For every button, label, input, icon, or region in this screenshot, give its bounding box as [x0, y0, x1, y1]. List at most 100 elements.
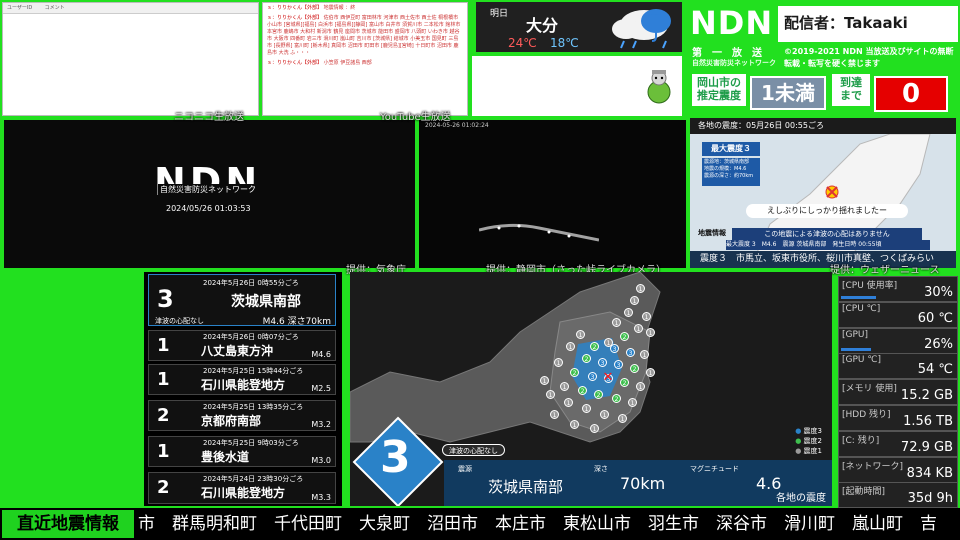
wn-header: 各地の震度：05月26日 00:55ごろ [690, 118, 956, 134]
weather-low: 18℃ [550, 36, 579, 50]
station-marker: 2 [630, 364, 639, 373]
legend-item: ● 震度1 [795, 447, 822, 455]
cloud-rain-icon [612, 9, 671, 49]
yt-message: ｓ：りりかくん【外部】 地震情報 ：終 [267, 5, 356, 11]
comment-table-header: ユーザーID コメント [3, 3, 258, 14]
station-marker: 1 [590, 424, 599, 433]
camera-timestamp: 2024-05-26 01:02:24 [425, 122, 489, 129]
intensity-badge: 1 [157, 369, 170, 390]
station-marker: 3 [614, 360, 623, 369]
stat-key: [GPU ℃] [842, 355, 881, 366]
station-marker: 3 [610, 344, 619, 353]
station-marker: 3 [598, 358, 607, 367]
stat-row: [GPU ℃] 54 ℃ [838, 353, 958, 380]
station-marker: 1 [600, 410, 609, 419]
tsunami-note: 津波の心配なし [155, 317, 204, 325]
station-marker: 2 [620, 332, 629, 341]
wn-tsunami: この地震による津波の心配はありません [732, 228, 922, 240]
station-marker: 1 [642, 312, 651, 321]
stat-value: 15.2 GB [900, 388, 953, 404]
legend-item: ● 震度2 [795, 437, 822, 445]
youtube-label: YouTube生放送 [380, 112, 451, 123]
stat-key: [HDD 残り] [842, 410, 891, 420]
wn-info: 震源地：茨城県南部 地震の規模：M4.6 震源の深さ：約70km [702, 158, 760, 186]
magnitude-label: マグニチュード [690, 465, 739, 473]
yt-message: ｓ：りりかくん【外部】 小笠原 伊豆諸島 西部 [267, 60, 372, 66]
depth-value: 70km [620, 474, 666, 493]
col-comment: コメント [44, 5, 65, 11]
arrival-countdown: 0 [874, 76, 948, 112]
station-marker: 2 [594, 390, 603, 399]
weathernews-panel: 各地の震度：05月26日 00:55ごろ 最大震度３ 震源地：茨城県南部 地震の… [690, 118, 956, 268]
broadcast-channel: 第 一 放 送 [692, 48, 762, 59]
legend-item: ● 震度3 [795, 427, 822, 435]
stat-key: [CPU 使用率] [842, 281, 898, 291]
quake-item[interactable]: 2024年5月25日 9時03分ごろ 1 豊後水道 M3.0 [148, 436, 336, 467]
quake-history-list: 2024年5月26日 0時55分ごろ 3 茨城県南部 津波の心配なし M4.6 … [144, 272, 342, 506]
depth-label: 深さ [594, 465, 608, 473]
stat-row: [HDD 残り] 1.56 TB [838, 405, 958, 431]
estimated-intensity-label: 岡山市の推定震度 [692, 74, 746, 106]
niconico-video-panel: NDN 自然災害防災ネットワーク 2024/05/26 01:03:53 [4, 120, 415, 268]
ndn-video-timestamp: 2024/05/26 01:03:53 [166, 204, 251, 213]
station-marker: 2 [620, 378, 629, 387]
stat-row: [GPU] 26% [838, 327, 958, 354]
station-marker: 1 [540, 376, 549, 385]
ndn-subtitle: 自然災害防災ネットワーク [692, 59, 776, 67]
station-marker: 2 [570, 368, 579, 377]
station-marker: 1 [630, 296, 639, 305]
wn-max-intensity: 最大震度３ [702, 142, 760, 156]
broadcaster-box: 配信者：Takaaki [778, 6, 958, 42]
mascot-character-icon [647, 70, 671, 104]
station-marker: 1 [636, 382, 645, 391]
ndn-video-subtitle: 自然災害防災ネットワーク [158, 184, 258, 195]
stat-row: [C: 残り] 72.9 GB [838, 430, 958, 457]
station-marker: 1 [554, 358, 563, 367]
weather-widget: 明日 大分 24℃ 18℃ [476, 2, 682, 52]
bottom-ticker: 直近地震情報 市 群馬明和町 千代田町 大泉町 沼田市 本庄市 東松山市 羽生市… [0, 508, 960, 540]
map-intensity-value: 3 [380, 432, 411, 483]
arrival-label: 到達まで [832, 74, 870, 106]
stat-key: [CPU ℃] [842, 303, 881, 314]
station-marker: 1 [618, 414, 627, 423]
station-marker: 1 [628, 398, 637, 407]
stat-value: 834 KB [906, 465, 953, 481]
quake-item[interactable]: 2024年5月25日 15時44分ごろ 1 石川県能登地方 M2.5 [148, 364, 336, 395]
station-marker: 1 [560, 382, 569, 391]
quake-item-latest[interactable]: 2024年5月26日 0時55分ごろ 3 茨城県南部 津波の心配なし M4.6 … [148, 274, 336, 327]
wn-detail-row: 最大震度 3 M4.6 震源 茨城県南部 発生日時 00:55頃 [726, 240, 930, 250]
night-city-lights [479, 223, 599, 242]
stat-value: 54 ℃ [917, 362, 953, 378]
stat-usage-bar [841, 347, 872, 351]
map-legend: ● 震度3 ● 震度2 ● 震度1 [795, 426, 822, 456]
station-marker: 1 [582, 404, 591, 413]
estimated-intensity-value: 1未満 [750, 76, 826, 110]
col-user-id: ユーザーID [7, 5, 33, 11]
station-marker: 2 [590, 342, 599, 351]
station-marker: 3 [626, 348, 635, 357]
intensity-badge: 3 [157, 285, 174, 313]
station-marker: 1 [546, 390, 555, 399]
stat-key: [C: 残り] [842, 435, 880, 446]
quake-item[interactable]: 2024年5月25日 13時35分ごろ 2 京都府南部 M3.2 [148, 400, 336, 431]
quake-item[interactable]: 2024年5月24日 23時30分ごろ 2 石川県能登地方 M3.3 [148, 472, 336, 504]
ndn-logo: NDN [690, 4, 774, 42]
station-marker: 1 [564, 398, 573, 407]
stat-value: 60 ℃ [917, 310, 953, 326]
station-marker: 1 [576, 330, 585, 339]
intensity-badge: 2 [157, 405, 170, 426]
stat-row: [メモリ 使用] 15.2 GB [838, 379, 958, 406]
station-marker: 2 [612, 394, 621, 403]
live-camera-panel: 2024-05-26 01:02:24 [419, 120, 686, 268]
niconico-label: ニコニコ生放送 [174, 112, 244, 123]
ndn-video-logo: NDN [154, 160, 262, 204]
map-tsunami-note: 津波の心配なし [442, 444, 505, 456]
stat-value: 30% [924, 285, 953, 300]
ticker-title: 直近地震情報 [2, 510, 134, 538]
station-marker: 1 [550, 410, 559, 419]
weather-day: 明日 [490, 9, 509, 19]
source-weathernews: 提供：ウェザーニュース [830, 265, 940, 276]
quake-item[interactable]: 2024年5月26日 0時07分ごろ 1 八丈島東方沖 M4.6 [148, 330, 336, 361]
station-marker: 2 [582, 354, 591, 363]
intensity-map-panel: 1111111212331233212332112221111111111111… [350, 272, 832, 506]
